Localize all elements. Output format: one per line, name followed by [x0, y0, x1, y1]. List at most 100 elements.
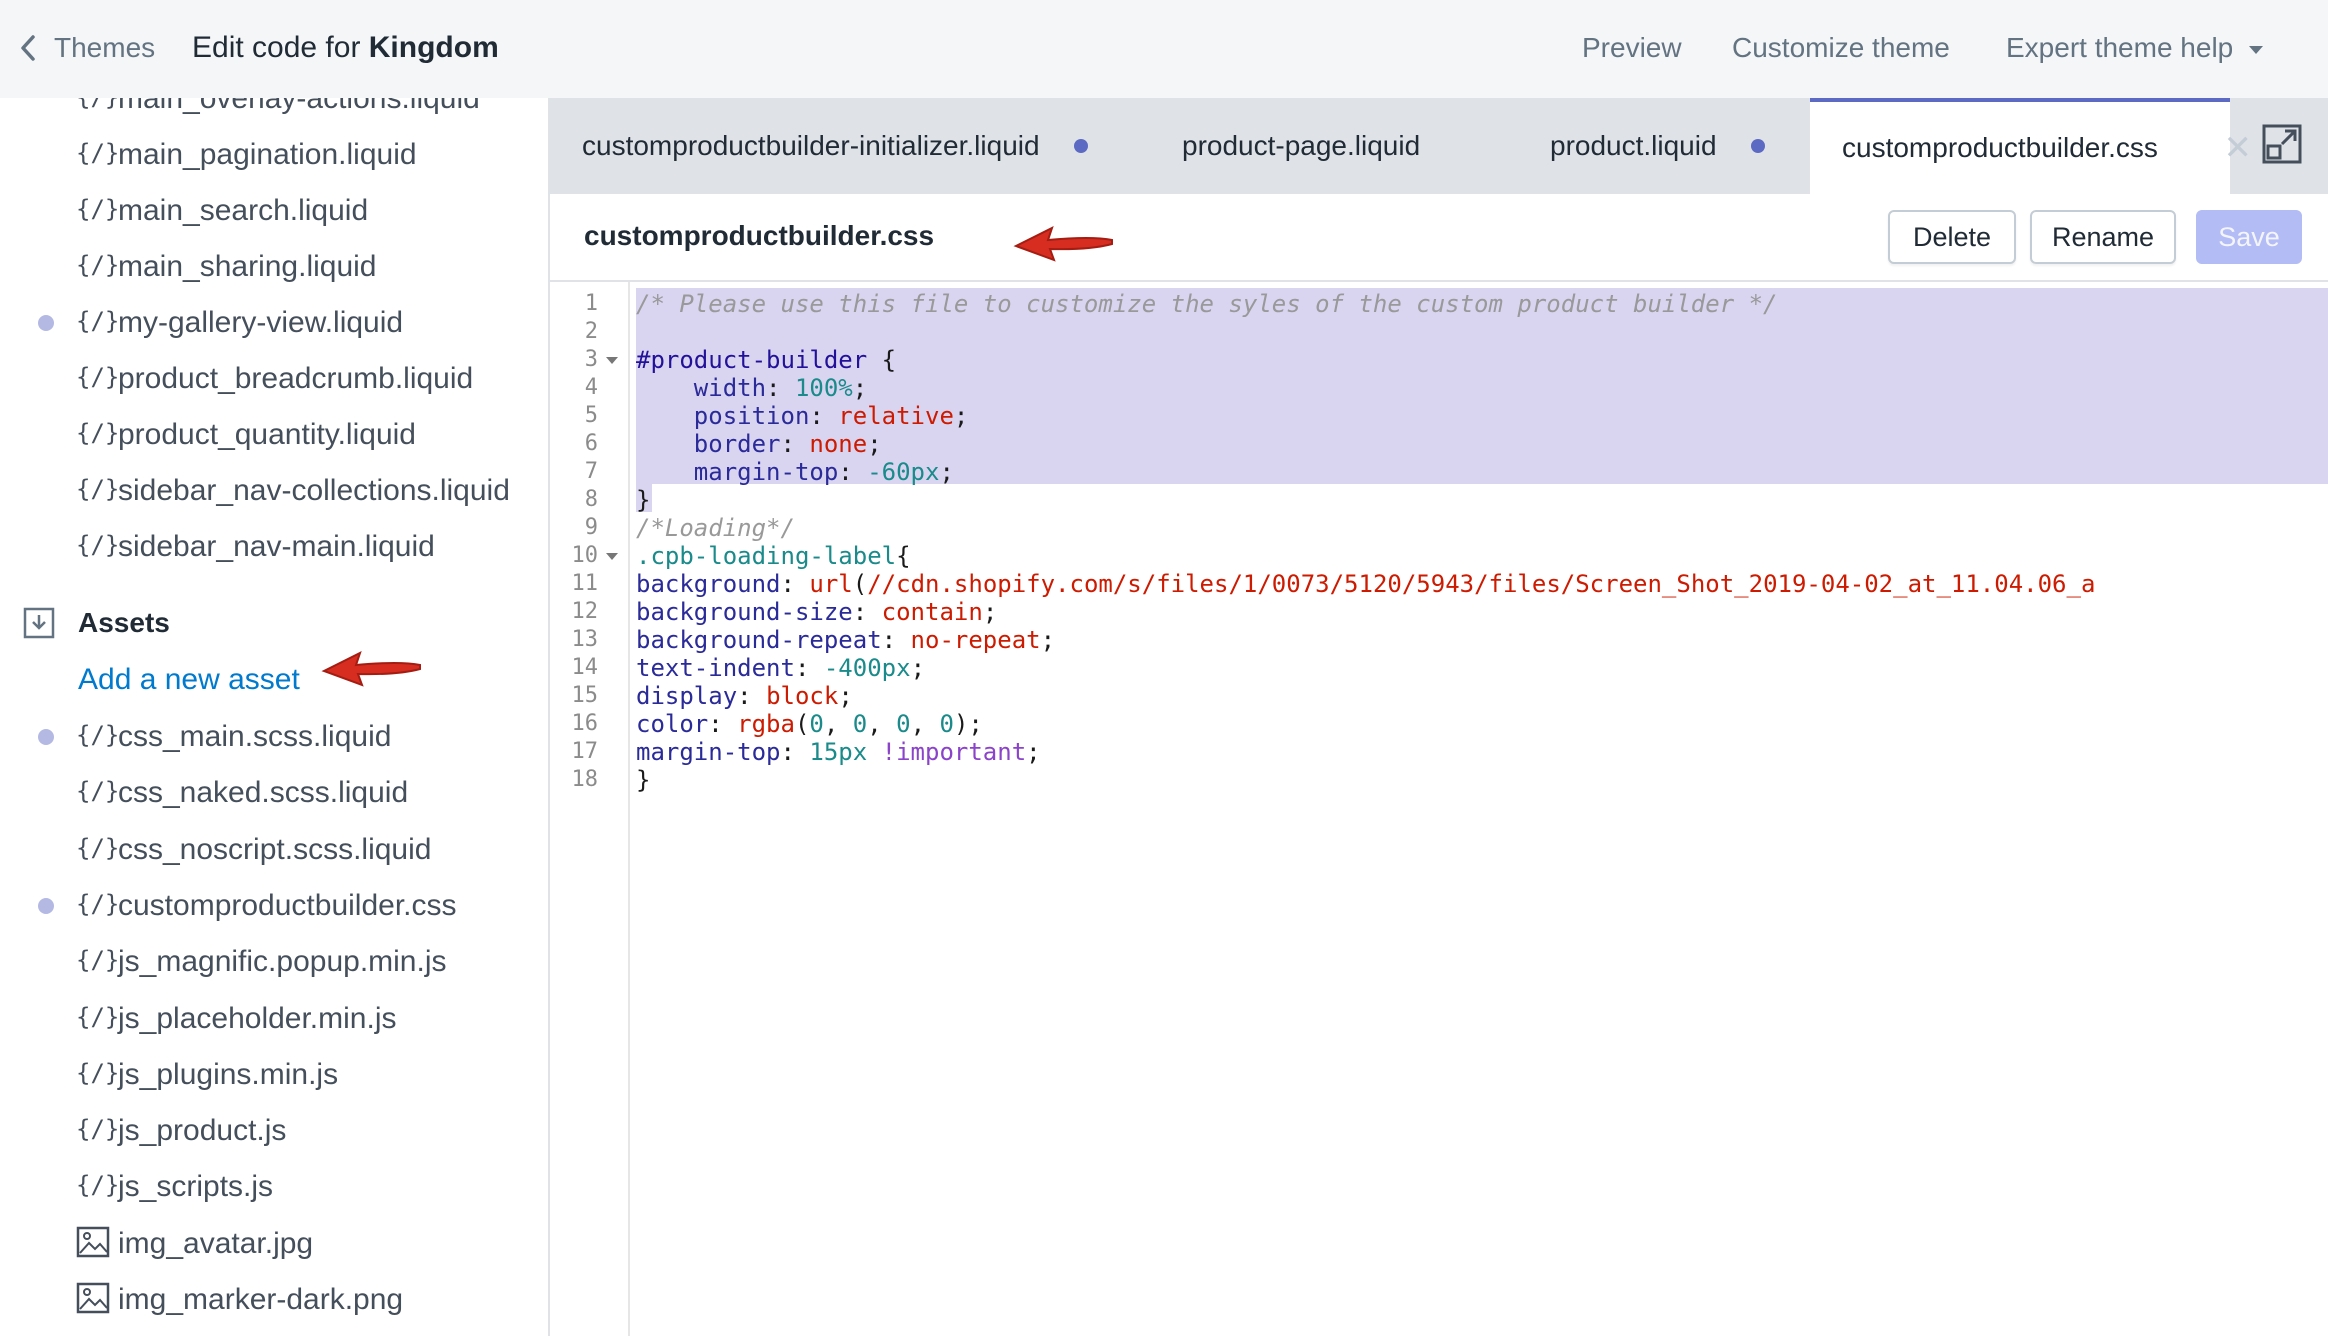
sidebar-asset-item[interactable]: {/} js_plugins.min.js	[0, 1050, 548, 1100]
code-line: /*Loading*/	[636, 514, 795, 542]
fold-toggle-icon[interactable]	[606, 553, 618, 560]
line-number: 4	[584, 375, 598, 400]
file-name: js_product.js	[118, 1114, 287, 1148]
sidebar-file-item[interactable]: {/} sidebar_nav-collections.liquid	[0, 466, 548, 516]
file-name: css_main.scss.liquid	[118, 720, 392, 753]
code-file-icon: {/}	[76, 475, 120, 503]
sidebar-asset-item[interactable]: {/} js_scripts.js	[0, 1162, 548, 1212]
code-value: 100%	[794, 374, 853, 402]
sidebar-asset-item[interactable]: {/} css_noscript.scss.liquid	[0, 825, 548, 875]
add-new-asset-link[interactable]: Add a new asset	[78, 655, 300, 705]
code-value: 0	[809, 710, 824, 738]
unsaved-indicator-icon	[1073, 139, 1088, 153]
code-file-icon: {/}	[76, 139, 120, 167]
line-number: 8	[584, 487, 598, 512]
code-file-icon: {/}	[76, 307, 120, 335]
page-title-prefix: Edit code for	[192, 31, 369, 64]
code-property: color	[636, 710, 709, 738]
save-button[interactable]: Save	[2196, 210, 2302, 264]
code-file-icon: {/}	[76, 98, 119, 114]
tab-product-page[interactable]: product-page.liquid	[1182, 98, 1420, 194]
sidebar-asset-item[interactable]: {/} js_magnific.popup.min.js	[0, 937, 548, 987]
code-line: #product-builder {	[636, 346, 896, 374]
sidebar-file-item[interactable]: {/} product_breadcrumb.liquid	[0, 354, 548, 404]
sidebar-asset-item[interactable]: {/} js_product.js	[0, 1106, 548, 1156]
code-editor[interactable]: 1 2 3 4 5 6 7 8 9 10 11 12 13 14 15 16 17 18 /* Please us…	[550, 282, 2328, 1336]
line-number: 18	[571, 767, 599, 792]
sidebar-file-item[interactable]: {/}main_overlay-actions.liquid	[0, 98, 548, 124]
file-header: customproductbuilder.css Delete Rename S…	[550, 194, 2328, 282]
line-number: 3	[584, 347, 598, 372]
code-function: rgba	[737, 710, 795, 738]
code-property: border	[636, 430, 781, 458]
preview-link[interactable]: Preview	[1582, 28, 1682, 68]
code-value: relative	[838, 402, 954, 430]
line-number: 5	[584, 403, 598, 428]
line-number: 15	[571, 683, 599, 708]
line-number: 14	[571, 655, 599, 680]
rename-button[interactable]: Rename	[2030, 210, 2176, 264]
back-to-themes-link[interactable]: Themes	[16, 28, 155, 68]
sidebar-file-item[interactable]: {/} sidebar_nav-main.liquid	[0, 522, 548, 572]
editor-tab-bar: customproductbuilder-initializer.liquid …	[550, 98, 2328, 194]
code-line: color: rgba(0, 0, 0, 0);	[636, 710, 983, 738]
sidebar-asset-item[interactable]: {/} css_naked.scss.liquid	[0, 768, 548, 818]
code-line: }	[636, 766, 650, 794]
code-file-icon: {/}	[76, 721, 120, 749]
sidebar-file-item[interactable]: {/} main_sharing.liquid	[0, 242, 548, 292]
file-name: sidebar_nav-collections.liquid	[118, 474, 510, 507]
line-number: 10	[571, 543, 599, 568]
annotation-arrow-icon	[321, 651, 421, 687]
assets-section-header[interactable]: Assets	[0, 598, 548, 648]
code-line: }	[636, 486, 650, 514]
sidebar-file-item[interactable]: {/} my-gallery-view.liquid	[0, 298, 548, 348]
line-number: 7	[584, 459, 598, 484]
code-property: background-repeat	[636, 626, 882, 654]
tab-customproductbuilder-initializer[interactable]: customproductbuilder-initializer.liquid	[582, 98, 1088, 194]
code-line: background-repeat: no-repeat;	[636, 626, 1056, 654]
sidebar-asset-item[interactable]: img_marker-dark.png	[0, 1275, 548, 1325]
sidebar-asset-item[interactable]: img_avatar.jpg	[0, 1219, 548, 1269]
code-important: !important	[881, 738, 1027, 766]
file-name: js_plugins.min.js	[118, 1057, 339, 1091]
code-property: background-size	[636, 598, 853, 626]
line-number: 17	[571, 739, 599, 764]
code-line: width: 100%;	[636, 374, 868, 402]
code-value: //cdn.shopify.com/s/files/1/0073/5120/59…	[867, 570, 2096, 598]
sidebar-file-item[interactable]: {/} main_search.liquid	[0, 186, 548, 236]
code-file-icon: {/}	[76, 946, 120, 975]
tab-label: product.liquid	[1550, 130, 1717, 161]
unsaved-indicator-icon	[38, 315, 54, 331]
sidebar-file-item[interactable]: {/} product_quantity.liquid	[0, 410, 548, 460]
code-value: block	[766, 682, 839, 710]
expert-theme-help-dropdown[interactable]: Expert theme help	[2006, 28, 2264, 68]
assets-heading: Assets	[78, 607, 170, 638]
code-line: margin-top: -60px;	[636, 458, 954, 486]
tab-label: customproductbuilder.css	[1842, 132, 2158, 163]
unsaved-indicator-icon	[38, 897, 54, 914]
tab-product[interactable]: product.liquid	[1550, 98, 1765, 194]
tab-customproductbuilder-css[interactable]: customproductbuilder.css ✕	[1810, 98, 2252, 194]
line-number: 12	[571, 599, 599, 624]
sidebar-file-item[interactable]: {/} main_pagination.liquid	[0, 130, 548, 180]
unsaved-indicator-icon	[1750, 139, 1765, 153]
code-file-icon: {/}	[76, 531, 120, 559]
fold-toggle-icon[interactable]	[606, 357, 618, 364]
sidebar-asset-item[interactable]: {/} customproductbuilder.css	[0, 881, 548, 931]
close-tab-icon[interactable]: ✕	[2224, 128, 2253, 168]
code-property: margin-top	[636, 458, 839, 486]
sidebar-asset-item[interactable]: {/} css_main.scss.liquid	[0, 712, 548, 762]
line-number: 13	[571, 627, 599, 652]
delete-button[interactable]: Delete	[1888, 210, 2016, 264]
customize-theme-link[interactable]: Customize theme	[1732, 28, 1950, 68]
code-line: background: url(//cdn.shopify.com/s/file…	[636, 570, 2096, 598]
sidebar-asset-item[interactable]: {/} js_placeholder.min.js	[0, 994, 548, 1044]
code-property: margin-top	[636, 738, 781, 766]
file-sidebar[interactable]: {/}main_overlay-actions.liquid {/}main_pa…	[0, 98, 550, 1336]
code-line: position: relative;	[636, 402, 969, 430]
expand-editor-icon[interactable]	[2262, 124, 2302, 164]
code-line: margin-top: 15px !important;	[636, 738, 1041, 766]
annotation-arrow-icon	[1013, 226, 1113, 262]
code-value: -400px	[823, 654, 911, 682]
theme-name: Kingdom	[368, 31, 499, 64]
